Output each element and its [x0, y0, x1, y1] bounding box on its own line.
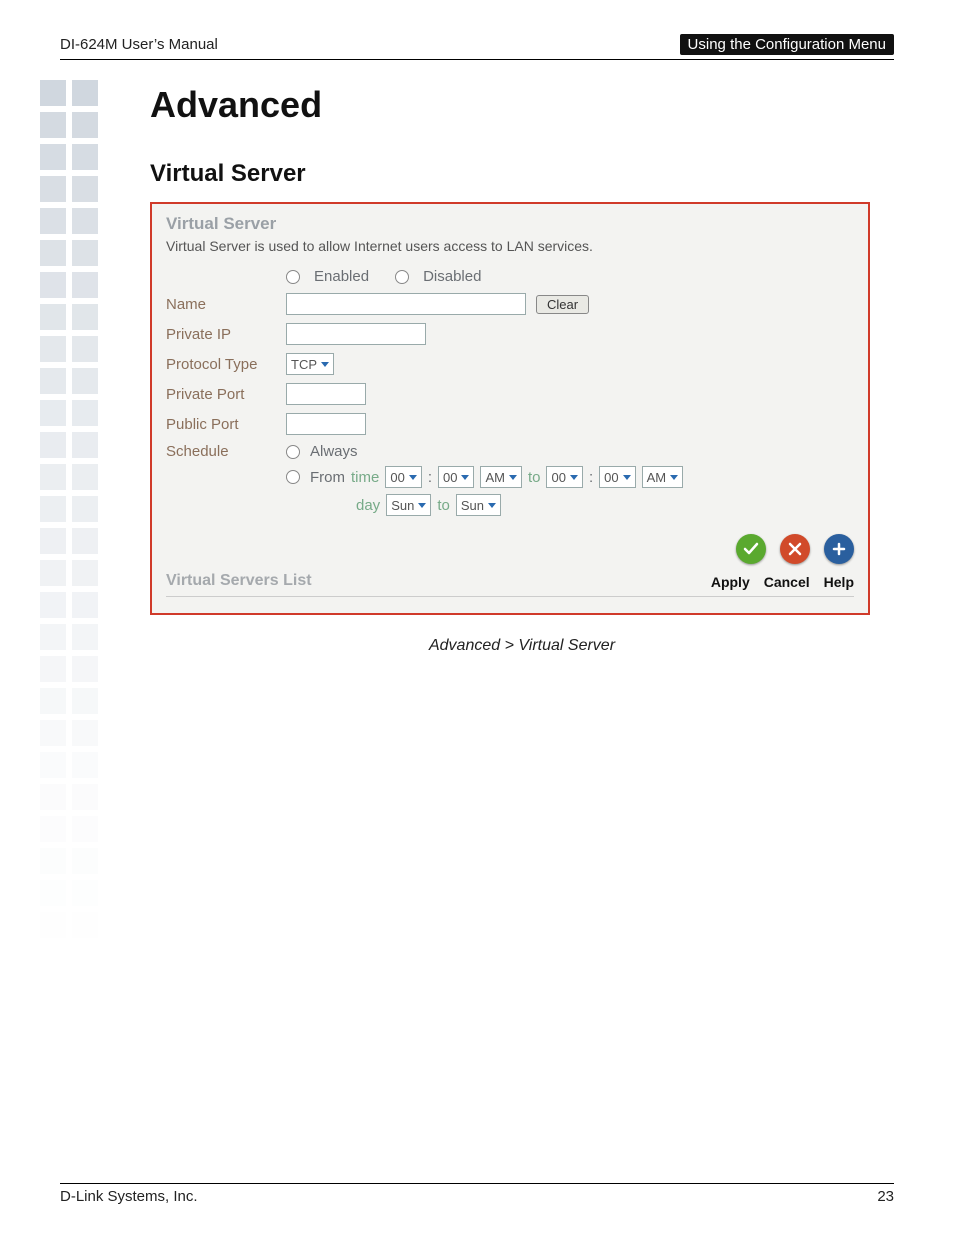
enabled-radio[interactable]: [286, 270, 300, 284]
schedule-always-radio[interactable]: [286, 445, 300, 459]
help-label: Help: [824, 574, 854, 590]
cancel-label: Cancel: [764, 574, 810, 590]
chevron-down-icon: [623, 475, 631, 480]
panel-title: Virtual Server: [166, 214, 854, 234]
day-label: day: [356, 497, 380, 514]
public-port-input[interactable]: [286, 413, 366, 435]
to-ampm-select[interactable]: AM: [642, 466, 684, 488]
cancel-button[interactable]: [780, 534, 810, 564]
to-label-2: to: [437, 497, 450, 514]
from-ampm-select[interactable]: AM: [480, 466, 522, 488]
to-label: to: [528, 469, 541, 486]
panel-description: Virtual Server is used to allow Internet…: [166, 238, 854, 254]
chevron-down-icon: [670, 475, 678, 480]
from-min-select[interactable]: 00: [438, 466, 474, 488]
chevron-down-icon: [321, 362, 329, 367]
apply-button[interactable]: [736, 534, 766, 564]
virtual-servers-list-title: Virtual Servers List: [166, 572, 312, 590]
schedule-label: Schedule: [166, 443, 276, 460]
public-port-label: Public Port: [166, 416, 276, 433]
schedule-always-label: Always: [310, 443, 358, 460]
chevron-down-icon: [409, 475, 417, 480]
protocol-type-label: Protocol Type: [166, 356, 276, 373]
protocol-type-value: TCP: [291, 357, 317, 372]
header-left: DI-624M User’s Manual: [60, 36, 218, 55]
chevron-down-icon: [461, 475, 469, 480]
virtual-server-panel: Virtual Server Virtual Server is used to…: [150, 202, 870, 615]
name-label: Name: [166, 296, 276, 313]
private-ip-input[interactable]: [286, 323, 426, 345]
disabled-label: Disabled: [423, 268, 481, 285]
from-hour-select[interactable]: 00: [385, 466, 421, 488]
name-input[interactable]: [286, 293, 526, 315]
page-number: 23: [877, 1188, 894, 1205]
schedule-from-radio[interactable]: [286, 470, 300, 484]
figure-caption: Advanced > Virtual Server: [150, 637, 894, 655]
private-port-label: Private Port: [166, 386, 276, 403]
plus-icon: [832, 542, 846, 556]
check-icon: [743, 541, 759, 557]
chevron-down-icon: [570, 475, 578, 480]
schedule-from-label: From: [310, 469, 345, 486]
section-title: Advanced: [150, 84, 894, 126]
private-ip-label: Private IP: [166, 326, 276, 343]
subsection-title: Virtual Server: [150, 160, 894, 188]
chevron-down-icon: [418, 503, 426, 508]
apply-label: Apply: [711, 574, 750, 590]
to-hour-select[interactable]: 00: [546, 466, 582, 488]
disabled-radio[interactable]: [395, 270, 409, 284]
help-button[interactable]: [824, 534, 854, 564]
chevron-down-icon: [488, 503, 496, 508]
footer-left: D-Link Systems, Inc.: [60, 1188, 198, 1205]
protocol-type-select[interactable]: TCP: [286, 353, 334, 375]
to-day-select[interactable]: Sun: [456, 494, 501, 516]
from-day-select[interactable]: Sun: [386, 494, 431, 516]
chevron-down-icon: [509, 475, 517, 480]
enabled-label: Enabled: [314, 268, 369, 285]
close-icon: [788, 542, 802, 556]
header-right: Using the Configuration Menu: [680, 34, 894, 55]
time-label: time: [351, 469, 379, 486]
private-port-input[interactable]: [286, 383, 366, 405]
clear-button[interactable]: Clear: [536, 295, 589, 314]
to-min-select[interactable]: 00: [599, 466, 635, 488]
decorative-squares: [40, 80, 110, 944]
